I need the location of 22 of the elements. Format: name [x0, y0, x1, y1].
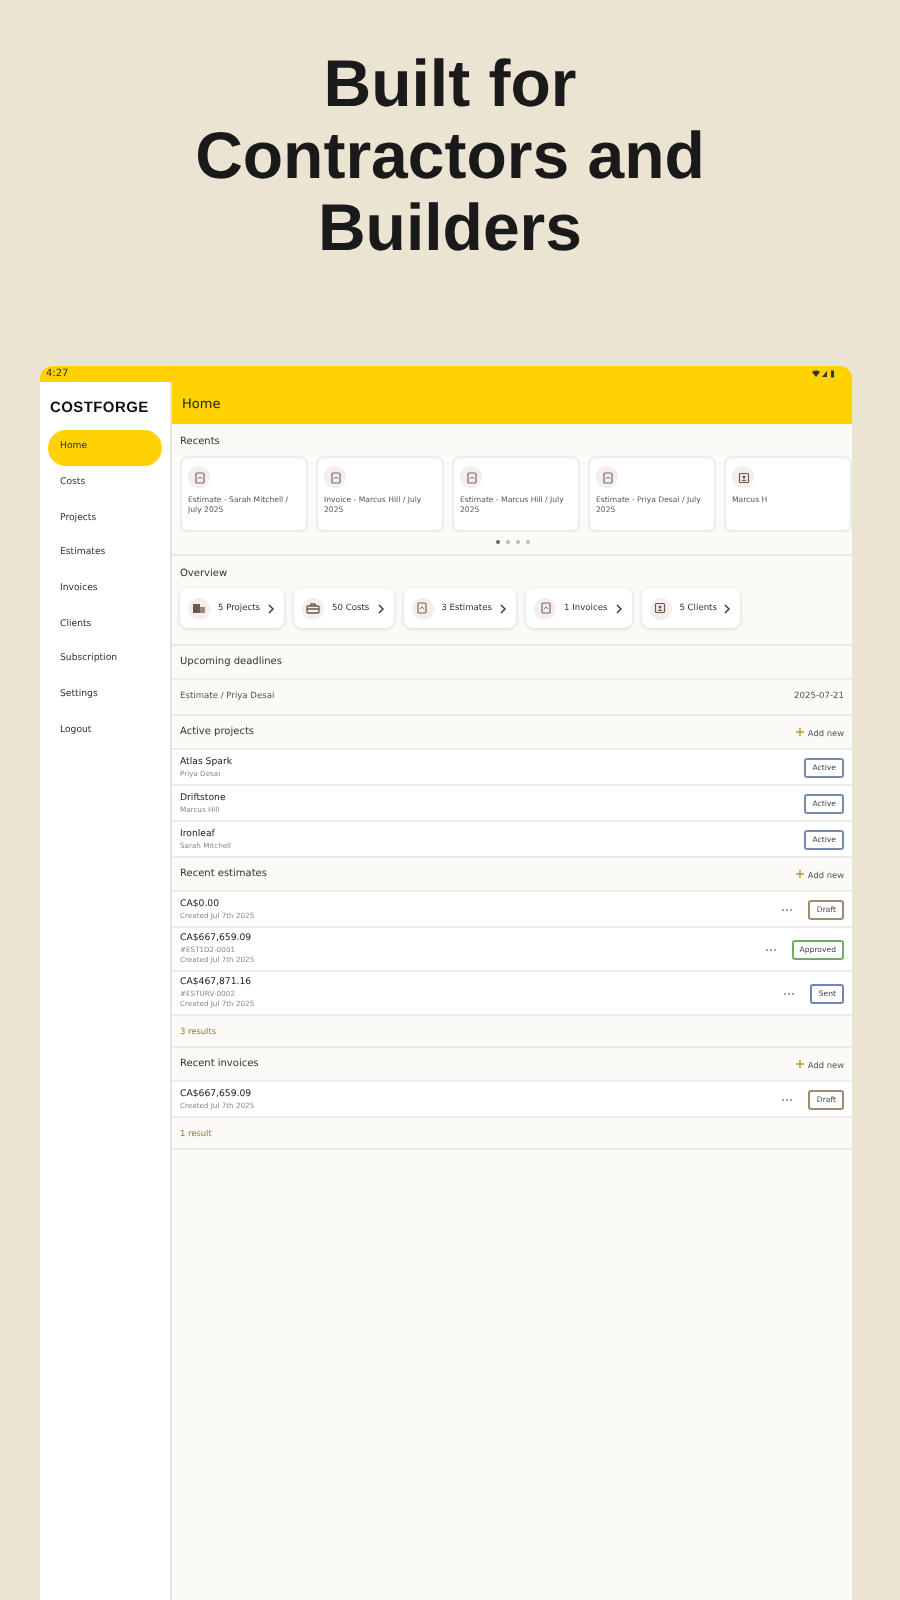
document-icon: [465, 471, 477, 483]
document-icon: [601, 471, 613, 483]
document-icon: [329, 471, 341, 483]
document-icon: [539, 602, 551, 614]
chevron-right-icon: [377, 603, 384, 613]
contact-card-icon: [654, 602, 667, 614]
plus-icon: [795, 870, 804, 878]
toolbox-icon: [306, 602, 321, 614]
building-icon: [192, 602, 206, 614]
document-icon: [416, 602, 429, 614]
contact-card-icon: [737, 471, 749, 483]
headline: Builders: [317, 192, 583, 264]
plus-icon: [795, 1060, 804, 1068]
chevron-right-icon: [500, 603, 506, 613]
headline: Contractors and: [195, 120, 705, 192]
chevron-right-icon: [268, 603, 275, 613]
status-icons-drawing: [812, 370, 836, 378]
headline: Built for: [323, 48, 577, 120]
chevron-right-icon: [615, 603, 622, 613]
document-icon: [193, 471, 205, 483]
chevron-right-icon: [724, 603, 731, 613]
plus-icon: [795, 728, 804, 736]
